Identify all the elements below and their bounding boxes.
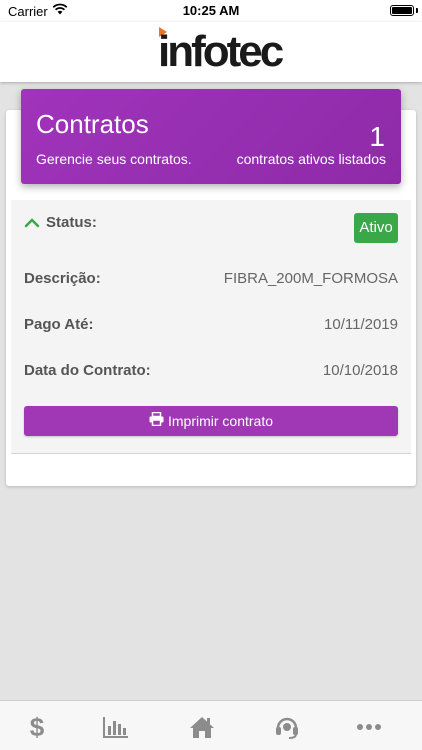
status-badge: Ativo <box>354 213 398 243</box>
description-row: Descrição: FIBRA_200M_FORMOSA <box>24 270 398 287</box>
contract-date-value: 10/10/2018 <box>322 362 398 379</box>
status-row[interactable]: Status: <box>24 214 398 232</box>
contracts-count-label: contratos ativos listados <box>236 151 386 167</box>
battery-icon <box>390 5 414 16</box>
logo-text: infotec <box>158 27 284 76</box>
contract-date-label: Data do Contrato: <box>24 362 151 379</box>
headset-icon <box>274 714 300 740</box>
chevron-up-icon[interactable] <box>24 215 40 232</box>
paid-until-value: 10/11/2019 <box>324 316 398 333</box>
battery-tip <box>416 8 418 13</box>
infotec-logo: infotec <box>158 27 284 77</box>
print-button-label: Imprimir contrato <box>167 413 274 429</box>
svg-text:$: $ <box>30 714 45 740</box>
tab-mais[interactable] <box>354 713 384 741</box>
description-value: FIBRA_200M_FORMOSA <box>223 270 398 287</box>
tab-suporte[interactable] <box>272 713 302 741</box>
page-subtitle: Gerencie seus contratos. <box>36 151 192 167</box>
app-header: infotec <box>0 22 422 82</box>
page-title: Contratos <box>36 109 149 139</box>
tab-consumo[interactable] <box>101 713 131 741</box>
more-icon <box>356 723 382 731</box>
print-contract-button[interactable]: Imprimir contrato <box>24 406 398 436</box>
status-label: Status: <box>46 214 97 231</box>
clock: 10:25 AM <box>182 3 240 18</box>
bar-chart-icon <box>103 716 129 738</box>
contract-date-row: Data do Contrato: 10/10/2018 <box>24 362 398 379</box>
tab-financeiro[interactable]: $ <box>22 713 52 741</box>
home-icon <box>188 715 216 739</box>
dollar-icon: $ <box>28 714 46 740</box>
description-label: Descrição: <box>24 270 101 287</box>
contracts-count: 1 <box>369 121 385 152</box>
printer-icon <box>149 406 164 436</box>
contracts-summary-card: Contratos Gerencie seus contratos. 1 con… <box>21 89 401 184</box>
tab-bar: $ <box>0 700 422 750</box>
paid-until-label: Pago Até: <box>24 316 94 333</box>
paid-until-row: Pago Até: 10/11/2019 <box>24 316 398 333</box>
tab-home[interactable] <box>187 713 217 741</box>
status-bar: Carrier 10:25 AM <box>0 0 422 22</box>
